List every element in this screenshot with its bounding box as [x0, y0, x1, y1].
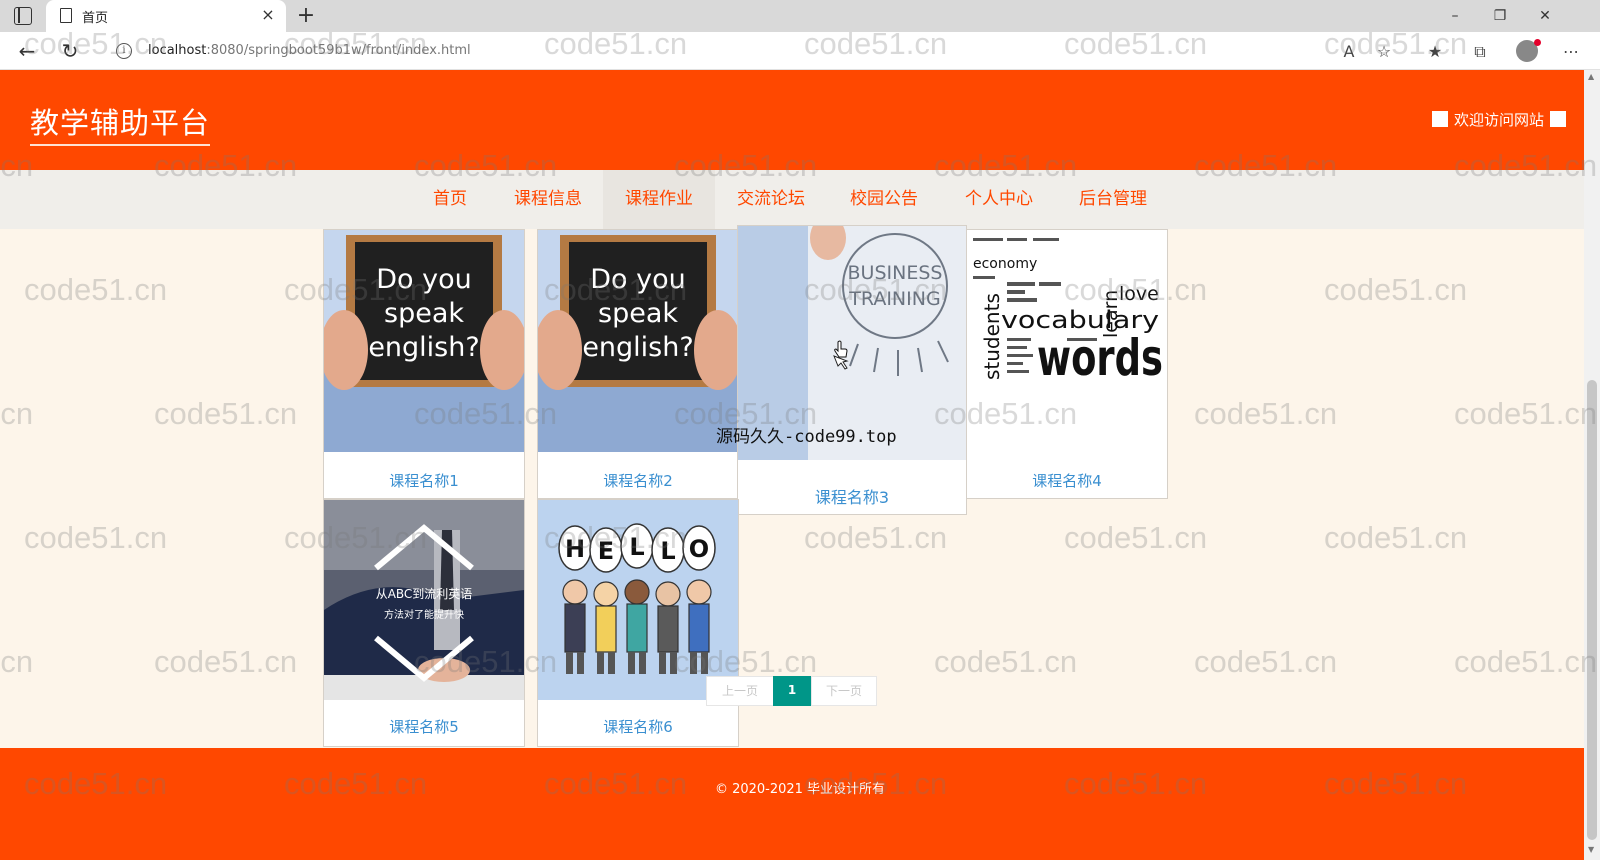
- course-card[interactable]: Do you speak english? 课程名称1: [323, 229, 525, 499]
- url-field[interactable]: i localhost:8080/springboot59b1w/front/i…: [104, 36, 1394, 66]
- refresh-icon[interactable]: ↻: [57, 38, 83, 64]
- chalk-line-1: Do you: [590, 264, 686, 295]
- banner-line-1: 从ABC到流利英语: [376, 587, 473, 601]
- course-name[interactable]: 课程名称2: [538, 470, 738, 491]
- nav-item-personal-center[interactable]: 个人中心: [953, 170, 1045, 229]
- hello-letter-l1: L: [629, 533, 644, 561]
- welcome-square-icon: [1431, 111, 1448, 127]
- course-name[interactable]: 课程名称5: [324, 716, 524, 737]
- url-text: localhost:8080/springboot59b1w/front/ind…: [148, 43, 471, 58]
- more-menu-icon[interactable]: ⋯: [1560, 41, 1582, 63]
- add-favorite-icon[interactable]: ☆: [1373, 41, 1395, 63]
- page-icon: [60, 8, 72, 23]
- word-words: words: [1037, 329, 1163, 387]
- page-1-button[interactable]: 1: [773, 676, 811, 706]
- nav-item-home[interactable]: 首页: [420, 170, 480, 229]
- welcome-banner: 欢迎访问网站: [1431, 109, 1566, 129]
- close-window-button[interactable]: ✕: [1528, 4, 1562, 28]
- nav-item-admin[interactable]: 后台管理: [1067, 170, 1159, 229]
- course-name[interactable]: 课程名称1: [324, 470, 524, 491]
- welcome-square-icon: [1550, 111, 1566, 127]
- page-scrollbar[interactable]: ▲ ▼: [1584, 70, 1600, 860]
- next-page-button[interactable]: 下一页: [811, 676, 877, 706]
- course-image-chalkboard[interactable]: Do you speak english?: [538, 230, 738, 452]
- chalk-line-2: speak: [598, 298, 678, 329]
- business-line-2: TRAINING: [848, 288, 940, 310]
- url-host: localhost: [148, 43, 207, 58]
- read-aloud-icon[interactable]: A: [1338, 41, 1360, 63]
- new-tab-button[interactable]: +: [293, 3, 319, 29]
- nav-item-course-homework[interactable]: 课程作业: [603, 170, 715, 229]
- course-card[interactable]: Do you speak english? 课程名称2: [537, 229, 739, 499]
- chalk-line-3: english?: [582, 332, 693, 363]
- site-info-icon[interactable]: i: [116, 43, 132, 59]
- tab-close-icon[interactable]: ×: [258, 5, 278, 25]
- banner-line-2: 方法对了能提升快: [384, 608, 464, 621]
- hello-letter-l2: L: [660, 537, 675, 565]
- profile-avatar-icon[interactable]: [1516, 39, 1541, 62]
- hello-letter-h: H: [565, 535, 585, 563]
- page-viewport: 教学辅助平台 欢迎访问网站 首页 课程信息 课程作业 交流论坛 校园公告 个人中…: [0, 70, 1584, 860]
- course-card[interactable]: BUSINESS TRAINING 课程名称3: [737, 225, 967, 515]
- overlay-watermark-text: 源码久久-code99.top: [716, 427, 897, 447]
- main-nav: 首页 课程信息 课程作业 交流论坛 校园公告 个人中心 后台管理: [0, 170, 1584, 229]
- hello-letter-e: E: [598, 537, 614, 565]
- course-image-word-cloud[interactable]: economy love learn vocabulary words stud…: [967, 230, 1167, 452]
- restore-button[interactable]: ❐: [1483, 4, 1517, 28]
- minimize-button[interactable]: –: [1438, 4, 1472, 28]
- chalk-line-2: speak: [384, 298, 464, 329]
- course-name[interactable]: 课程名称3: [738, 484, 966, 508]
- course-name[interactable]: 课程名称4: [967, 470, 1167, 491]
- business-line-1: BUSINESS: [848, 262, 943, 284]
- course-image-student-writing[interactable]: 从ABC到流利英语 方法对了能提升快: [324, 500, 524, 700]
- chalk-line-1: Do you: [376, 264, 472, 295]
- url-path: :8080/springboot59b1w/front/index.html: [206, 43, 471, 58]
- copyright-text: © 2020-2021 毕业设计所有: [714, 782, 886, 797]
- course-card[interactable]: economy love learn vocabulary words stud…: [966, 229, 1168, 499]
- scroll-up-arrow-icon[interactable]: ▲: [1588, 72, 1594, 81]
- word-students: students: [980, 293, 1004, 380]
- course-image-hello-kids[interactable]: H E L L O: [538, 500, 738, 700]
- back-arrow-icon[interactable]: ←: [14, 38, 40, 64]
- tab-title: 首页: [82, 11, 109, 26]
- site-footer: © 2020-2021 毕业设计所有: [0, 748, 1584, 860]
- prev-page-button[interactable]: 上一页: [706, 676, 774, 706]
- welcome-text: 欢迎访问网站: [1453, 110, 1544, 129]
- nav-item-course-info[interactable]: 课程信息: [503, 170, 593, 229]
- collections-icon[interactable]: ⧉: [1469, 41, 1491, 63]
- tab-actions-icon[interactable]: [14, 7, 32, 25]
- hand-cursor-icon: [834, 340, 848, 358]
- browser-tab-bar: 首页 × + – ❐ ✕: [0, 0, 1600, 32]
- hello-letter-o: O: [689, 535, 709, 563]
- favorites-icon[interactable]: ★: [1424, 41, 1446, 63]
- address-bar: ← ↻ i localhost:8080/springboot59b1w/fro…: [0, 32, 1600, 70]
- course-card[interactable]: H E L L O 课程名称6: [537, 499, 739, 747]
- word-economy: economy: [973, 256, 1037, 272]
- browser-tab[interactable]: 首页 ×: [46, 0, 286, 32]
- nav-item-forum[interactable]: 交流论坛: [725, 170, 817, 229]
- nav-item-announcements[interactable]: 校园公告: [838, 170, 930, 229]
- course-name[interactable]: 课程名称6: [538, 716, 738, 737]
- site-header: 教学辅助平台 欢迎访问网站: [0, 70, 1584, 170]
- site-title[interactable]: 教学辅助平台: [30, 100, 211, 146]
- course-card[interactable]: 从ABC到流利英语 方法对了能提升快 课程名称5: [323, 499, 525, 747]
- chalk-line-3: english?: [368, 332, 479, 363]
- scroll-thumb[interactable]: [1587, 380, 1597, 840]
- scroll-down-arrow-icon[interactable]: ▼: [1588, 845, 1594, 854]
- word-love: love: [1119, 283, 1159, 305]
- course-image-chalkboard[interactable]: Do you speak english?: [324, 230, 524, 452]
